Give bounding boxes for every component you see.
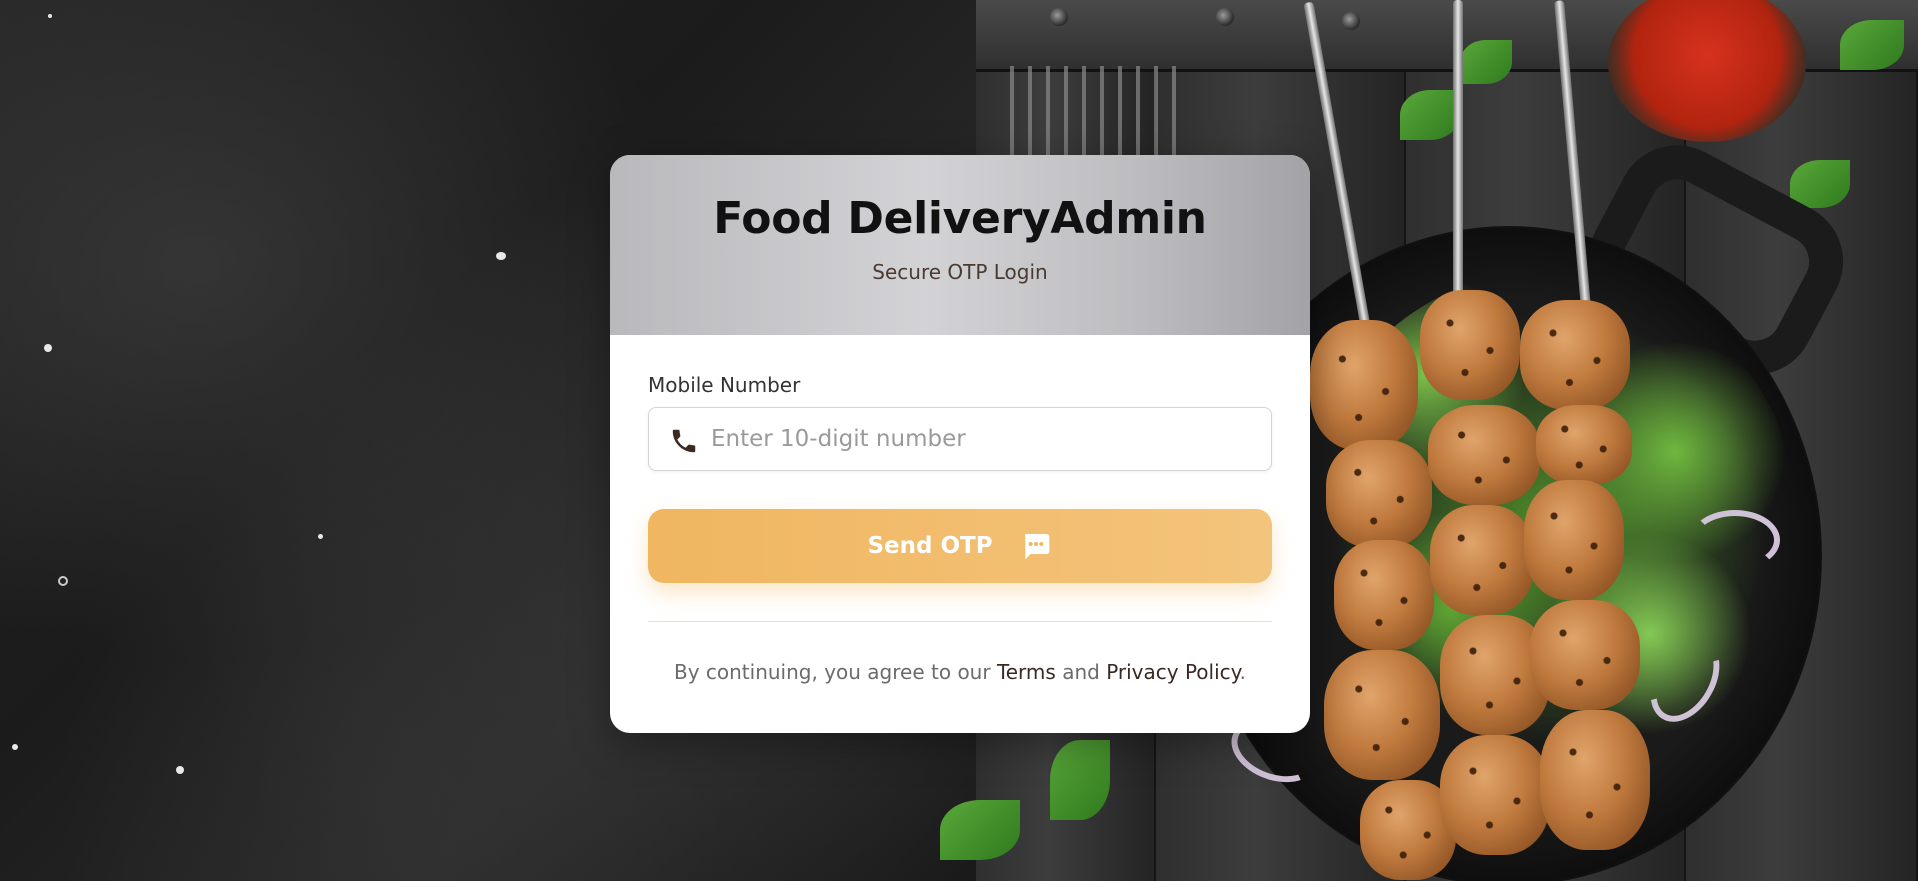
background-speck <box>318 534 323 539</box>
kebab-piece <box>1326 440 1432 548</box>
background-speck <box>58 576 68 586</box>
herb-leaf <box>1790 160 1850 208</box>
legal-notice: By continuing, you agree to our Terms an… <box>648 660 1272 684</box>
fork-image <box>1010 66 1190 156</box>
legal-and: and <box>1055 660 1107 684</box>
card-header: Food DeliveryAdmin Secure OTP Login <box>610 155 1310 335</box>
divider <box>648 621 1272 622</box>
kebab-piece <box>1440 735 1550 855</box>
kebab-piece <box>1524 480 1624 600</box>
herb-leaf <box>940 800 1020 860</box>
login-subtitle: Secure OTP Login <box>872 260 1048 284</box>
privacy-policy-link[interactable]: Privacy Policy <box>1106 660 1239 684</box>
rivet <box>1342 12 1360 30</box>
onion-ring <box>1690 510 1780 570</box>
kebab-piece <box>1540 710 1650 850</box>
skewer-rod <box>1453 0 1463 320</box>
mobile-number-input[interactable] <box>711 408 1261 470</box>
terms-link[interactable]: Terms <box>997 660 1056 684</box>
herb-leaf <box>1460 40 1512 84</box>
kebab-piece <box>1428 405 1540 505</box>
kebab-piece <box>1324 650 1440 780</box>
mobile-number-label: Mobile Number <box>648 373 801 397</box>
kebab-piece <box>1430 505 1534 615</box>
rivet <box>1216 8 1234 26</box>
send-otp-button[interactable]: Send OTP <box>648 509 1272 583</box>
login-card: Food DeliveryAdmin Secure OTP Login Mobi… <box>610 155 1310 733</box>
mobile-number-field[interactable] <box>648 407 1272 471</box>
kebab-piece <box>1536 405 1632 485</box>
background-speck <box>48 14 52 18</box>
legal-suffix: . <box>1239 660 1246 684</box>
background-speck <box>176 766 184 774</box>
send-otp-label: Send OTP <box>867 533 993 559</box>
background-speck <box>496 252 506 260</box>
kebab-piece <box>1530 600 1640 710</box>
card-body: Mobile Number Send OTP By continuing, yo… <box>610 335 1310 684</box>
app-title: Food DeliveryAdmin <box>713 193 1207 244</box>
background-speck <box>44 344 52 352</box>
kebab-piece <box>1420 290 1520 400</box>
herb-leaf <box>1050 740 1110 820</box>
herb-leaf <box>1400 90 1460 140</box>
phone-icon <box>672 429 696 453</box>
chat-bubble-icon <box>1024 534 1049 560</box>
rivet <box>1050 8 1068 26</box>
background-speck <box>12 744 18 750</box>
kebab-piece <box>1334 540 1434 650</box>
herb-leaf <box>1840 20 1904 70</box>
kebab-piece <box>1520 300 1630 410</box>
legal-prefix: By continuing, you agree to our <box>673 660 997 684</box>
kebab-piece <box>1310 320 1418 450</box>
